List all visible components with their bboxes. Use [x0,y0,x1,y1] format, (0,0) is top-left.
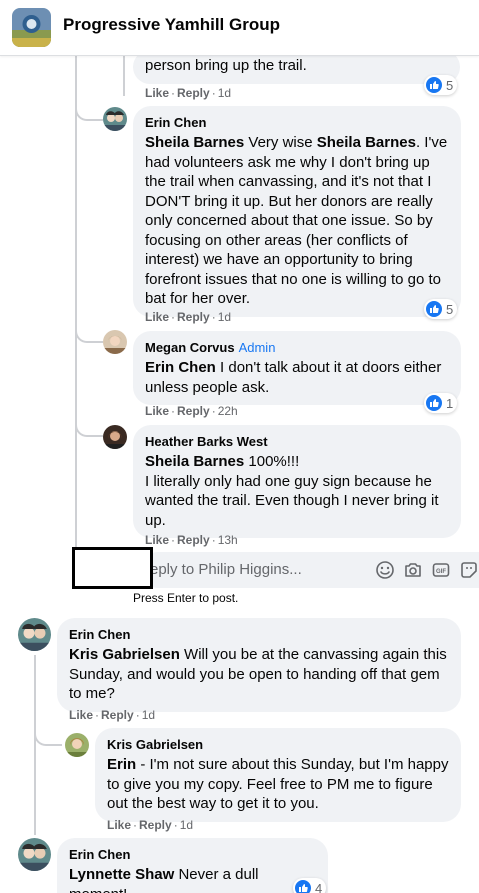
like-link[interactable]: Like [107,818,131,832]
thread-connector [75,410,103,437]
redaction-box [72,547,153,589]
like-link[interactable]: Like [69,708,93,722]
comment-actions: Like · Reply · 13h [145,533,238,547]
comment-author[interactable]: Kris Gabrielsen [107,736,449,753]
svg-text:GIF: GIF [436,569,446,575]
like-link[interactable]: Like [145,310,169,324]
comment-actions: Like · Reply · 22h [145,404,238,418]
thread-connector [34,718,62,746]
press-enter-hint: Press Enter to post. [133,591,239,605]
comment-bubble: Erin Chen Kris Gabrielsen Will you be at… [57,618,461,712]
like-reaction-icon [426,301,442,317]
mention[interactable]: Lynnette Shaw [69,866,174,883]
group-avatar[interactable] [12,8,51,47]
comment-text: person bring up the trail. [145,57,307,74]
like-link[interactable]: Like [145,86,169,100]
comment-bubble: Erin Chen Lynnette Shaw Never a dull mom… [57,838,328,893]
avatar[interactable] [103,107,127,131]
author-name[interactable]: Megan Corvus [145,340,235,355]
group-header: Progressive Yamhill Group [0,0,479,56]
reply-link[interactable]: Reply [177,310,210,324]
like-reaction-icon [426,395,442,411]
comment-author: Megan Corvus Admin [145,339,449,356]
mention[interactable]: Erin [107,756,136,773]
comment-bubble: Megan Corvus Admin Erin Chen I don't talk… [133,331,461,405]
timestamp[interactable]: 1d [142,708,155,722]
timestamp[interactable]: 1d [180,818,193,832]
thread-line [75,56,77,552]
comment-text: 100%!!! [244,453,300,470]
comment-text: - I'm not sure about this Sunday, but I'… [107,756,449,812]
like-link[interactable]: Like [145,533,169,547]
gif-icon[interactable]: GIF [431,560,451,580]
like-link[interactable]: Like [145,404,169,418]
like-reaction-icon [295,880,311,893]
reply-placeholder: eply to Philip Higgins... [150,561,302,578]
reaction-count[interactable]: 5 [424,75,458,95]
comment-actions: Like · Reply · 1d [107,818,194,832]
group-name[interactable]: Progressive Yamhill Group [63,15,280,35]
comment-actions: Like · Reply · 1d [145,86,232,100]
thread-line [123,56,125,96]
comment-text: I literally only had one guy sign becaus… [145,472,439,529]
comment-bubble: Erin Chen Sheila Barnes Very wise Sheila… [133,106,461,317]
mention[interactable]: Sheila Barnes [317,134,416,151]
avatar[interactable] [18,838,51,871]
camera-icon[interactable] [403,560,423,580]
comment-author[interactable]: Erin Chen [69,626,449,643]
avatar[interactable] [103,425,127,449]
timestamp[interactable]: 1d [218,310,231,324]
avatar[interactable] [65,733,89,757]
comment-author[interactable]: Erin Chen [69,846,316,863]
admin-badge: Admin [238,340,276,355]
comment-text: Very wise [244,134,317,151]
sticker-icon[interactable] [459,560,479,580]
like-reaction-icon [426,77,442,93]
mention[interactable]: Kris Gabrielsen [69,646,180,663]
comment-author[interactable]: Erin Chen [145,114,449,131]
reaction-count[interactable]: 5 [424,299,458,319]
thread-line [34,655,36,835]
avatar[interactable] [18,618,51,651]
emoji-icon[interactable] [375,560,395,580]
thread-connector [75,95,103,121]
reaction-count[interactable]: 4 [293,878,327,893]
comment-actions: Like · Reply · 1d [145,310,232,324]
comment-text: . I've had volunteers ask me why I don't… [145,134,448,307]
reaction-count[interactable]: 1 [424,393,458,413]
comment-bubble: Kris Gabrielsen Erin - I'm not sure abou… [95,728,461,822]
avatar[interactable] [103,330,127,354]
reply-link[interactable]: Reply [177,404,210,418]
reply-link[interactable]: Reply [101,708,134,722]
reply-link[interactable]: Reply [177,533,210,547]
timestamp[interactable]: 13h [218,533,238,547]
mention[interactable]: Sheila Barnes [145,453,244,470]
comment-author[interactable]: Heather Barks West [145,433,449,450]
mention[interactable]: Erin Chen [145,359,216,376]
timestamp[interactable]: 1d [218,86,231,100]
reply-link[interactable]: Reply [139,818,172,832]
comment-bubble: Heather Barks West Sheila Barnes 100%!!!… [133,425,461,538]
comment-actions: Like · Reply · 1d [69,708,156,722]
reply-link[interactable]: Reply [177,86,210,100]
mention[interactable]: Sheila Barnes [145,134,244,151]
timestamp[interactable]: 22h [218,404,238,418]
thread-connector [75,315,103,343]
